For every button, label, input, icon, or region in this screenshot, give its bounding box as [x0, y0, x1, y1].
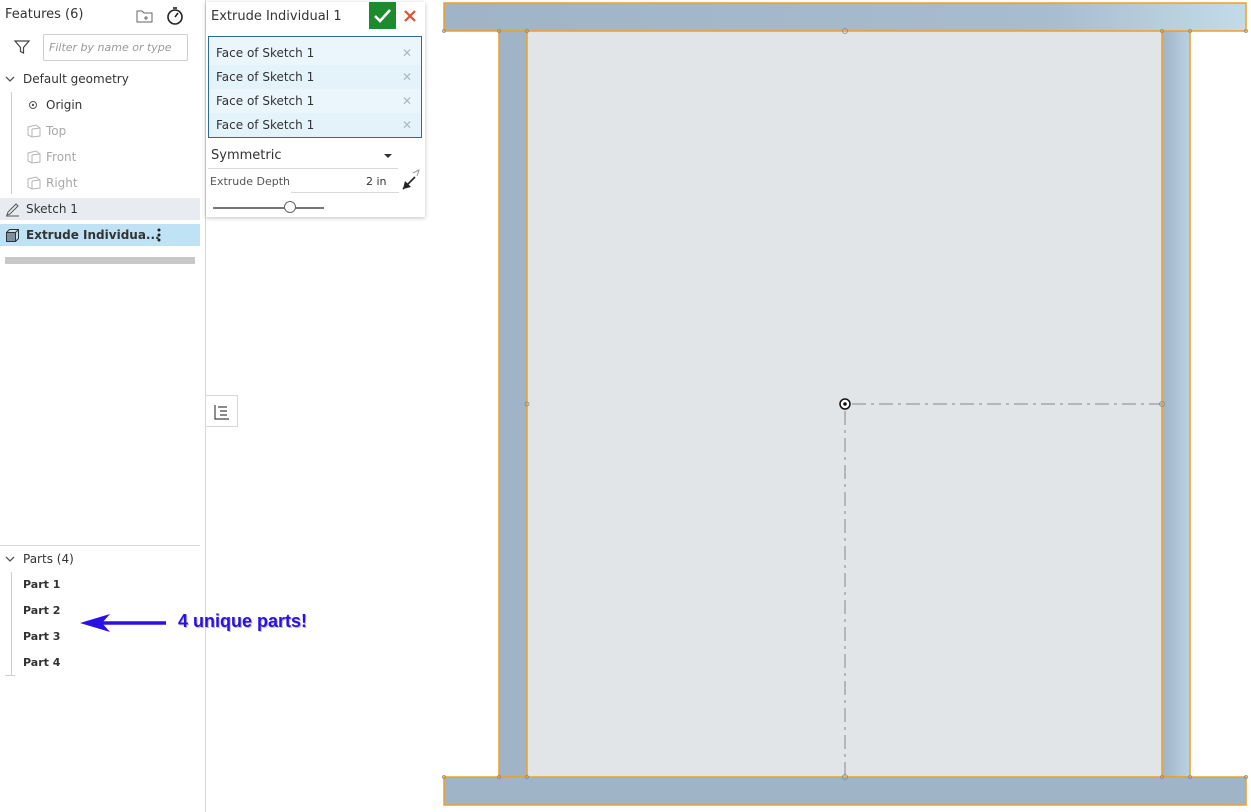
list-icon	[214, 405, 229, 420]
sketch-pencil-icon	[6, 203, 19, 217]
default-geometry-label: Default geometry	[23, 72, 129, 86]
feature-label: Extrude Individua...	[26, 228, 160, 242]
feature-list-panel: Features (6) Default geometry Origin Top…	[0, 0, 206, 812]
depth-label: Extrude Depth	[210, 175, 291, 188]
origin-point-icon	[29, 101, 37, 109]
rollback-bar[interactable]	[5, 257, 195, 264]
more-options-icon[interactable]	[155, 227, 163, 243]
features-header: Features (6)	[5, 7, 84, 22]
plane-icon	[27, 124, 41, 138]
part-item-4[interactable]: Part 4	[0, 652, 200, 674]
selection-label: Face of Sketch 1	[216, 70, 315, 84]
selection-item[interactable]: Face of Sketch 1 ✕	[209, 89, 421, 113]
annotation-text: 4 unique parts!	[178, 611, 308, 631]
end-type-select[interactable]: Symmetric	[211, 145, 396, 167]
depth-slider-track[interactable]	[213, 207, 324, 209]
part-label: Part 1	[23, 578, 61, 591]
feature-item-extrude-individual[interactable]: Extrude Individua...	[0, 224, 200, 246]
selection-label: Face of Sketch 1	[216, 46, 315, 60]
feature-label: Right	[46, 176, 78, 190]
close-icon	[404, 10, 416, 22]
selection-item[interactable]: Face of Sketch 1 ✕	[209, 113, 421, 137]
chevron-down-icon[interactable]	[5, 74, 15, 84]
faces-selection-box[interactable]: Face of Sketch 1 ✕ Face of Sketch 1 ✕ Fa…	[208, 36, 422, 138]
extrude-icon	[6, 229, 19, 242]
remove-selection-icon[interactable]: ✕	[402, 89, 412, 113]
checkmark-icon	[374, 9, 391, 23]
cancel-button[interactable]	[399, 2, 421, 29]
remove-selection-icon[interactable]: ✕	[402, 41, 412, 65]
add-folder-icon[interactable]	[135, 6, 155, 26]
plane-icon	[27, 150, 41, 164]
feature-item-sketch-1[interactable]: Sketch 1	[0, 198, 200, 220]
origin-icon[interactable]	[839, 398, 851, 410]
feature-filter-input[interactable]	[43, 34, 188, 61]
selection-label: Face of Sketch 1	[216, 94, 315, 108]
feature-label: Origin	[46, 98, 83, 112]
parts-group[interactable]: Parts (4)	[0, 548, 200, 570]
default-geometry-group[interactable]: Default geometry	[0, 68, 200, 90]
depth-input[interactable]: 2 in	[366, 175, 387, 188]
accept-button[interactable]	[369, 2, 396, 29]
remove-selection-icon[interactable]: ✕	[402, 65, 412, 89]
part-item-1[interactable]: Part 1	[0, 574, 200, 596]
caret-down-icon[interactable]	[384, 154, 392, 158]
feature-label: Front	[46, 150, 77, 164]
part-left-web[interactable]	[498, 30, 528, 778]
selection-item[interactable]: Face of Sketch 1 ✕	[209, 41, 421, 65]
feature-item-origin[interactable]: Origin	[0, 94, 200, 116]
remove-selection-icon[interactable]: ✕	[402, 113, 412, 137]
chevron-down-icon[interactable]	[5, 554, 15, 564]
part-label: Part 4	[23, 656, 61, 669]
selection-label: Face of Sketch 1	[216, 118, 315, 132]
extrude-dialog: Extrude Individual 1 Face of Sketch 1 ✕ …	[206, 2, 425, 217]
feature-item-front-plane[interactable]: Front	[0, 146, 200, 168]
dialog-title: Extrude Individual 1	[211, 9, 342, 24]
feature-item-right-plane[interactable]: Right	[0, 172, 200, 194]
panel-divider[interactable]	[0, 545, 200, 546]
parts-header: Parts (4)	[23, 552, 74, 566]
part-bottom-flange[interactable]	[443, 776, 1247, 806]
feature-label: Sketch 1	[26, 202, 78, 216]
feature-label: Top	[46, 124, 67, 138]
depth-slider-handle[interactable]	[284, 201, 296, 213]
part-top-flange[interactable]	[443, 2, 1247, 32]
annotation-arrow-icon	[80, 614, 166, 632]
feature-item-top-plane[interactable]: Top	[0, 120, 200, 142]
part-right-web[interactable]	[1161, 30, 1191, 778]
part-label: Part 3	[23, 630, 61, 643]
filter-icon[interactable]	[13, 38, 31, 56]
part-label: Part 2	[23, 604, 61, 617]
toggle-feature-list-button[interactable]	[206, 395, 238, 427]
rollback-timer-icon[interactable]	[165, 6, 185, 26]
selection-item[interactable]: Face of Sketch 1 ✕	[209, 65, 421, 89]
plane-icon	[27, 176, 41, 190]
graphics-viewport[interactable]	[440, 0, 1251, 812]
flip-direction-icon[interactable]	[401, 169, 421, 191]
